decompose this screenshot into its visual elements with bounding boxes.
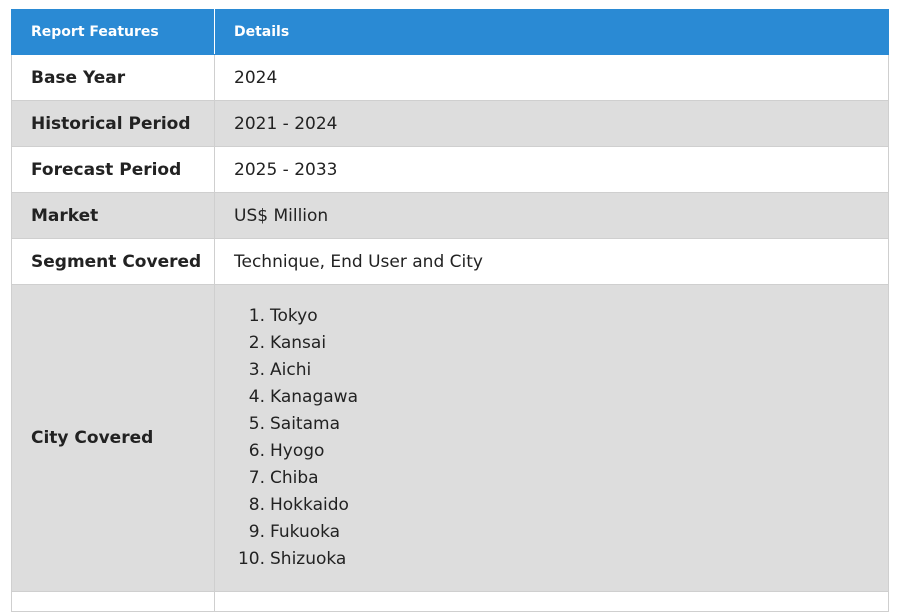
city-list-item: Fukuoka xyxy=(249,519,341,546)
feature-cell: Forecast Period xyxy=(11,146,215,193)
table-row-city-covered: City Covered Tokyo Kansai Aichi Kanagawa… xyxy=(11,284,889,592)
details-cell: 2024 xyxy=(214,54,889,101)
city-list-item: Hokkaido xyxy=(249,492,349,519)
details-cell: Technique, End User and City xyxy=(214,238,889,285)
feature-cell: Segment Covered xyxy=(11,238,215,285)
table-body: Base Year 2024 Historical Period 2021 - … xyxy=(11,54,889,612)
city-list-item: Shizuoka xyxy=(238,546,347,573)
details-cell: US$ Million xyxy=(214,192,889,239)
feature-cell-empty xyxy=(11,591,215,612)
table-row-base-year: Base Year 2024 xyxy=(11,54,889,101)
city-list-item: Aichi xyxy=(249,357,312,384)
report-features-table: Report Features Details Base Year 2024 H… xyxy=(11,9,889,612)
details-cell-empty xyxy=(214,591,889,612)
feature-cell: Base Year xyxy=(11,54,215,101)
city-list-item: Saitama xyxy=(249,411,340,438)
details-cell-cities: Tokyo Kansai Aichi Kanagawa Saitama Hyog… xyxy=(214,284,889,592)
header-row: Report Features Details xyxy=(11,9,889,55)
table-row-historical-period: Historical Period 2021 - 2024 xyxy=(11,100,889,147)
feature-cell: City Covered xyxy=(11,284,215,592)
table-row-partial xyxy=(11,591,889,612)
table-row-market: Market US$ Million xyxy=(11,192,889,239)
details-cell: 2025 - 2033 xyxy=(214,146,889,193)
feature-cell: Historical Period xyxy=(11,100,215,147)
header-details: Details xyxy=(214,9,889,55)
city-list-item: Kansai xyxy=(249,330,327,357)
feature-cell: Market xyxy=(11,192,215,239)
table-header: Report Features Details xyxy=(11,9,889,55)
details-cell: 2021 - 2024 xyxy=(214,100,889,147)
header-report-features: Report Features xyxy=(11,9,215,55)
city-list-item: Tokyo xyxy=(249,303,318,330)
city-list: Tokyo Kansai Aichi Kanagawa Saitama Hyog… xyxy=(234,303,888,573)
city-list-item: Hyogo xyxy=(249,438,325,465)
table-row-segment-covered: Segment Covered Technique, End User and … xyxy=(11,238,889,285)
table-row-forecast-period: Forecast Period 2025 - 2033 xyxy=(11,146,889,193)
city-list-item: Chiba xyxy=(249,465,319,492)
city-list-item: Kanagawa xyxy=(249,384,358,411)
